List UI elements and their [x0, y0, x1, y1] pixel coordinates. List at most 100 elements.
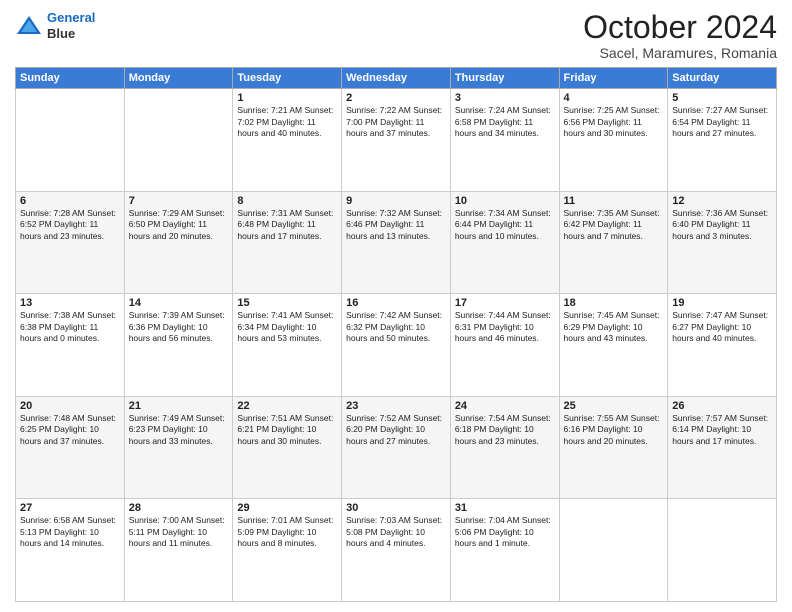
day-number: 10 — [455, 195, 555, 207]
day-number: 23 — [346, 400, 446, 412]
table-row — [668, 499, 777, 602]
day-info: Sunrise: 7:49 AM Sunset: 6:23 PM Dayligh… — [129, 413, 229, 447]
day-info: Sunrise: 7:22 AM Sunset: 7:00 PM Dayligh… — [346, 105, 446, 139]
day-number: 13 — [20, 297, 120, 309]
table-row: 11Sunrise: 7:35 AM Sunset: 6:42 PM Dayli… — [559, 191, 668, 294]
header-monday: Monday — [124, 68, 233, 89]
day-info: Sunrise: 7:32 AM Sunset: 6:46 PM Dayligh… — [346, 208, 446, 242]
day-number: 11 — [564, 195, 664, 207]
day-number: 25 — [564, 400, 664, 412]
calendar-week-row: 20Sunrise: 7:48 AM Sunset: 6:25 PM Dayli… — [16, 396, 777, 499]
day-info: Sunrise: 7:27 AM Sunset: 6:54 PM Dayligh… — [672, 105, 772, 139]
table-row: 9Sunrise: 7:32 AM Sunset: 6:46 PM Daylig… — [342, 191, 451, 294]
table-row: 18Sunrise: 7:45 AM Sunset: 6:29 PM Dayli… — [559, 294, 668, 397]
day-info: Sunrise: 7:47 AM Sunset: 6:27 PM Dayligh… — [672, 310, 772, 344]
day-number: 16 — [346, 297, 446, 309]
header: General Blue October 2024 Sacel, Maramur… — [15, 10, 777, 61]
location-title: Sacel, Maramures, Romania — [583, 45, 777, 61]
header-friday: Friday — [559, 68, 668, 89]
table-row: 30Sunrise: 7:03 AM Sunset: 5:08 PM Dayli… — [342, 499, 451, 602]
day-number: 2 — [346, 92, 446, 104]
day-info: Sunrise: 7:57 AM Sunset: 6:14 PM Dayligh… — [672, 413, 772, 447]
table-row — [16, 89, 125, 192]
calendar-week-row: 27Sunrise: 6:58 AM Sunset: 5:13 PM Dayli… — [16, 499, 777, 602]
day-number: 17 — [455, 297, 555, 309]
day-info: Sunrise: 7:51 AM Sunset: 6:21 PM Dayligh… — [237, 413, 337, 447]
day-number: 4 — [564, 92, 664, 104]
day-number: 8 — [237, 195, 337, 207]
calendar-week-row: 13Sunrise: 7:38 AM Sunset: 6:38 PM Dayli… — [16, 294, 777, 397]
table-row: 2Sunrise: 7:22 AM Sunset: 7:00 PM Daylig… — [342, 89, 451, 192]
day-info: Sunrise: 7:45 AM Sunset: 6:29 PM Dayligh… — [564, 310, 664, 344]
table-row — [124, 89, 233, 192]
table-row: 20Sunrise: 7:48 AM Sunset: 6:25 PM Dayli… — [16, 396, 125, 499]
day-number: 30 — [346, 502, 446, 514]
day-info: Sunrise: 7:03 AM Sunset: 5:08 PM Dayligh… — [346, 515, 446, 549]
day-info: Sunrise: 7:52 AM Sunset: 6:20 PM Dayligh… — [346, 413, 446, 447]
table-row: 5Sunrise: 7:27 AM Sunset: 6:54 PM Daylig… — [668, 89, 777, 192]
day-number: 31 — [455, 502, 555, 514]
table-row: 31Sunrise: 7:04 AM Sunset: 5:06 PM Dayli… — [450, 499, 559, 602]
page: General Blue October 2024 Sacel, Maramur… — [0, 0, 792, 612]
table-row: 24Sunrise: 7:54 AM Sunset: 6:18 PM Dayli… — [450, 396, 559, 499]
month-title: October 2024 — [583, 10, 777, 45]
day-number: 3 — [455, 92, 555, 104]
logo-text: General Blue — [47, 10, 95, 41]
table-row: 15Sunrise: 7:41 AM Sunset: 6:34 PM Dayli… — [233, 294, 342, 397]
calendar-week-row: 6Sunrise: 7:28 AM Sunset: 6:52 PM Daylig… — [16, 191, 777, 294]
table-row: 1Sunrise: 7:21 AM Sunset: 7:02 PM Daylig… — [233, 89, 342, 192]
day-info: Sunrise: 7:41 AM Sunset: 6:34 PM Dayligh… — [237, 310, 337, 344]
table-row: 12Sunrise: 7:36 AM Sunset: 6:40 PM Dayli… — [668, 191, 777, 294]
day-number: 20 — [20, 400, 120, 412]
day-number: 26 — [672, 400, 772, 412]
day-number: 9 — [346, 195, 446, 207]
day-info: Sunrise: 7:24 AM Sunset: 6:58 PM Dayligh… — [455, 105, 555, 139]
day-info: Sunrise: 7:34 AM Sunset: 6:44 PM Dayligh… — [455, 208, 555, 242]
day-number: 7 — [129, 195, 229, 207]
header-thursday: Thursday — [450, 68, 559, 89]
table-row: 22Sunrise: 7:51 AM Sunset: 6:21 PM Dayli… — [233, 396, 342, 499]
table-row: 13Sunrise: 7:38 AM Sunset: 6:38 PM Dayli… — [16, 294, 125, 397]
day-info: Sunrise: 7:01 AM Sunset: 5:09 PM Dayligh… — [237, 515, 337, 549]
day-number: 27 — [20, 502, 120, 514]
day-info: Sunrise: 7:36 AM Sunset: 6:40 PM Dayligh… — [672, 208, 772, 242]
table-row: 23Sunrise: 7:52 AM Sunset: 6:20 PM Dayli… — [342, 396, 451, 499]
table-row: 8Sunrise: 7:31 AM Sunset: 6:48 PM Daylig… — [233, 191, 342, 294]
table-row: 25Sunrise: 7:55 AM Sunset: 6:16 PM Dayli… — [559, 396, 668, 499]
table-row: 3Sunrise: 7:24 AM Sunset: 6:58 PM Daylig… — [450, 89, 559, 192]
table-row: 16Sunrise: 7:42 AM Sunset: 6:32 PM Dayli… — [342, 294, 451, 397]
weekday-header-row: Sunday Monday Tuesday Wednesday Thursday… — [16, 68, 777, 89]
day-number: 29 — [237, 502, 337, 514]
header-saturday: Saturday — [668, 68, 777, 89]
table-row: 28Sunrise: 7:00 AM Sunset: 5:11 PM Dayli… — [124, 499, 233, 602]
logo-line2: Blue — [47, 26, 95, 42]
day-info: Sunrise: 7:55 AM Sunset: 6:16 PM Dayligh… — [564, 413, 664, 447]
table-row: 4Sunrise: 7:25 AM Sunset: 6:56 PM Daylig… — [559, 89, 668, 192]
day-number: 28 — [129, 502, 229, 514]
day-info: Sunrise: 7:39 AM Sunset: 6:36 PM Dayligh… — [129, 310, 229, 344]
table-row: 26Sunrise: 7:57 AM Sunset: 6:14 PM Dayli… — [668, 396, 777, 499]
table-row: 7Sunrise: 7:29 AM Sunset: 6:50 PM Daylig… — [124, 191, 233, 294]
day-info: Sunrise: 6:58 AM Sunset: 5:13 PM Dayligh… — [20, 515, 120, 549]
day-number: 18 — [564, 297, 664, 309]
day-number: 5 — [672, 92, 772, 104]
day-info: Sunrise: 7:29 AM Sunset: 6:50 PM Dayligh… — [129, 208, 229, 242]
day-info: Sunrise: 7:25 AM Sunset: 6:56 PM Dayligh… — [564, 105, 664, 139]
table-row: 10Sunrise: 7:34 AM Sunset: 6:44 PM Dayli… — [450, 191, 559, 294]
day-number: 19 — [672, 297, 772, 309]
day-number: 1 — [237, 92, 337, 104]
table-row: 17Sunrise: 7:44 AM Sunset: 6:31 PM Dayli… — [450, 294, 559, 397]
table-row: 19Sunrise: 7:47 AM Sunset: 6:27 PM Dayli… — [668, 294, 777, 397]
table-row: 29Sunrise: 7:01 AM Sunset: 5:09 PM Dayli… — [233, 499, 342, 602]
day-number: 22 — [237, 400, 337, 412]
logo-line1: General — [47, 10, 95, 25]
table-row: 27Sunrise: 6:58 AM Sunset: 5:13 PM Dayli… — [16, 499, 125, 602]
day-info: Sunrise: 7:00 AM Sunset: 5:11 PM Dayligh… — [129, 515, 229, 549]
table-row: 21Sunrise: 7:49 AM Sunset: 6:23 PM Dayli… — [124, 396, 233, 499]
day-info: Sunrise: 7:31 AM Sunset: 6:48 PM Dayligh… — [237, 208, 337, 242]
day-info: Sunrise: 7:48 AM Sunset: 6:25 PM Dayligh… — [20, 413, 120, 447]
logo-icon — [15, 14, 43, 38]
table-row: 14Sunrise: 7:39 AM Sunset: 6:36 PM Dayli… — [124, 294, 233, 397]
day-number: 6 — [20, 195, 120, 207]
day-info: Sunrise: 7:42 AM Sunset: 6:32 PM Dayligh… — [346, 310, 446, 344]
